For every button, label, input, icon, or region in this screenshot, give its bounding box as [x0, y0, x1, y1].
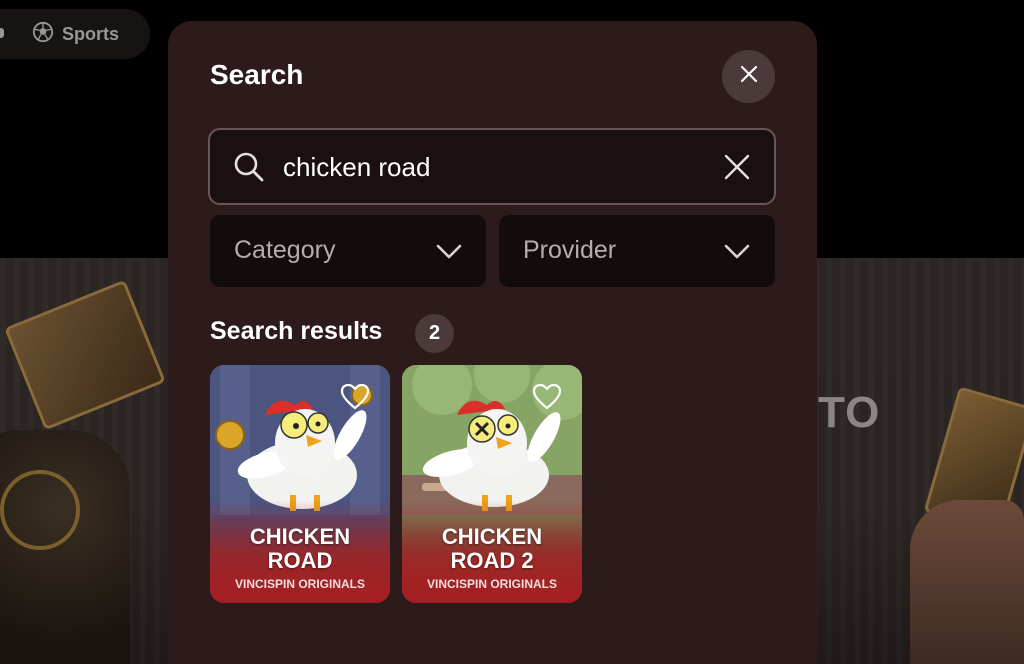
nav-item-sports[interactable]: Sports [0, 9, 150, 59]
hand-illustration [910, 500, 1024, 664]
nav-item-sports-label: Sports [62, 23, 120, 44]
game-title-line-2: ROAD [267, 548, 333, 573]
heart-icon[interactable] [532, 383, 562, 410]
close-icon [739, 64, 759, 89]
game-title: CHICKEN ROAD [210, 525, 390, 573]
game-title-line-2: ROAD 2 [450, 548, 534, 573]
search-icon [234, 152, 264, 182]
chevron-down-icon [724, 244, 750, 259]
close-button[interactable] [722, 50, 775, 103]
clear-icon[interactable] [723, 153, 751, 181]
game-provider: VINCISPIN ORIGINALS [234, 577, 365, 591]
heart-icon[interactable] [340, 383, 370, 410]
modal-title: Search [210, 59, 304, 90]
category-dropdown-label: Category [234, 236, 336, 264]
provider-dropdown-label: Provider [523, 236, 617, 264]
game-card-chicken-road-2[interactable]: CHICKEN ROAD 2 VINCISPIN ORIGINALS [402, 365, 582, 603]
chevron-down-icon [436, 244, 462, 259]
nav-dot [0, 28, 4, 38]
game-title-line-1: CHICKEN [441, 524, 543, 549]
search-results-title: Search results [210, 317, 383, 345]
gold-ornament [0, 470, 80, 550]
game-title-line-1: CHICKEN [249, 524, 351, 549]
hero-text: TO [818, 388, 881, 437]
game-title: CHICKEN ROAD 2 [402, 525, 582, 573]
search-modal: Search Category Provider Search r [168, 21, 817, 664]
game-card-chicken-road[interactable]: CHICKEN ROAD VINCISPIN ORIGINALS [210, 365, 390, 603]
results-count-badge: 2 [415, 314, 454, 353]
soccer-ball-icon [32, 21, 54, 48]
category-dropdown[interactable]: Category [210, 215, 486, 287]
search-box [208, 128, 776, 205]
provider-dropdown[interactable]: Provider [499, 215, 775, 287]
search-input[interactable] [283, 148, 703, 186]
hero-figure-illustration [0, 430, 130, 664]
game-provider: VINCISPIN ORIGINALS [426, 577, 557, 591]
